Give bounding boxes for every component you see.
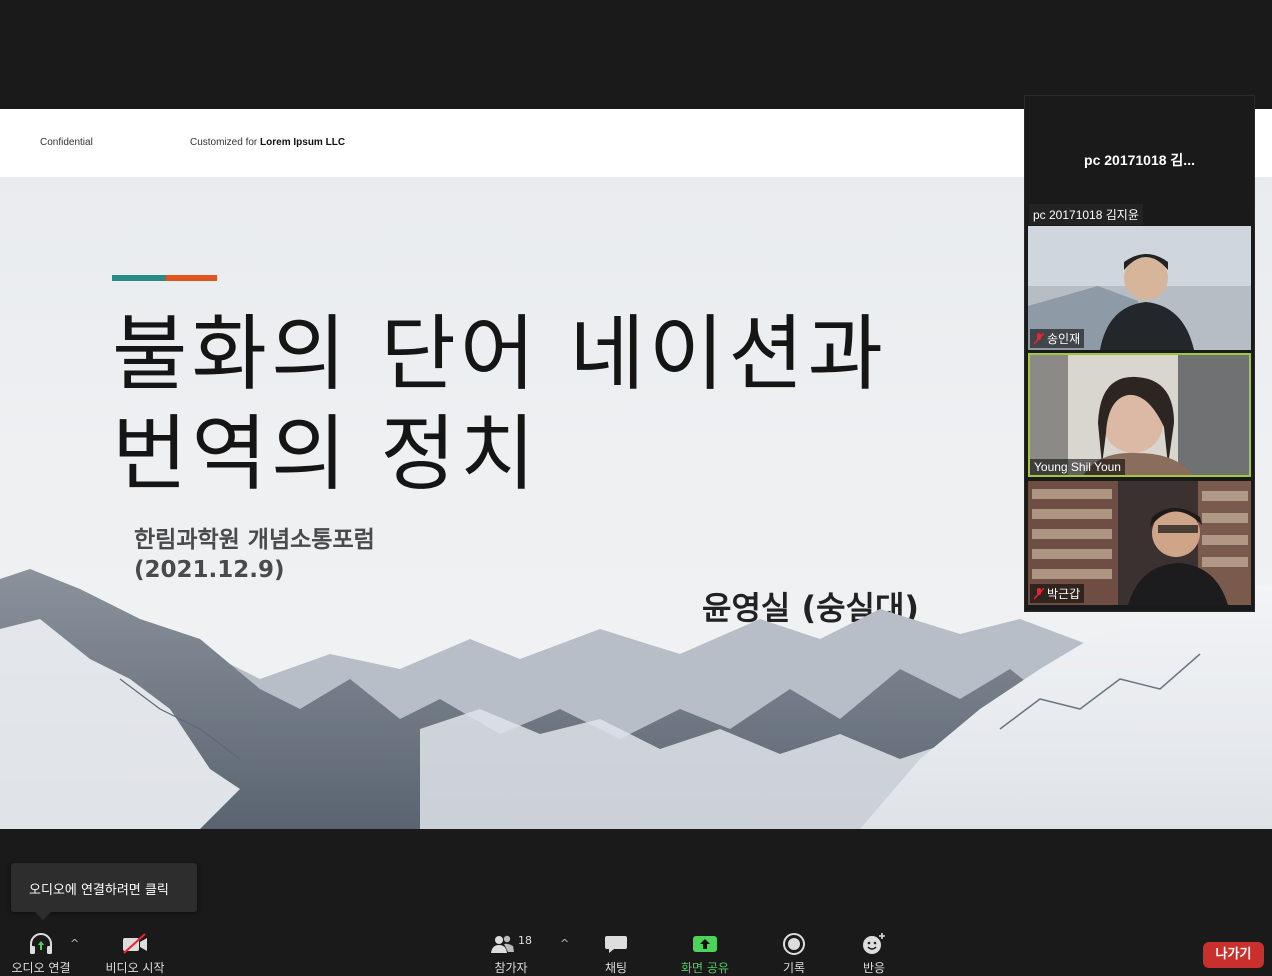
participant-label: 박근갑 <box>1030 584 1085 603</box>
participants-button[interactable]: 18 참가자 <box>486 932 536 976</box>
reactions-button[interactable]: 반응 <box>854 932 894 976</box>
audio-options-chevron-up-icon[interactable]: ^ <box>70 937 79 950</box>
participants-options-chevron-up-icon[interactable]: ^ <box>560 937 569 950</box>
record-icon <box>774 932 814 956</box>
audio-tooltip: 오디오에 연결하려면 클릭 <box>11 863 197 920</box>
participant-name-tag: pc 20171018 김지윤 <box>1029 204 1143 225</box>
mic-muted-icon <box>1034 332 1044 345</box>
participant-label: Young Shil Youn <box>1030 459 1125 475</box>
participants-count: 18 <box>518 933 532 947</box>
slide-confidential: Confidential <box>40 137 93 148</box>
pinned-participant-name: pc 20171018 김... <box>1084 152 1195 168</box>
join-audio-button[interactable]: 오디오 연결 <box>8 932 74 976</box>
video-tile-participant[interactable]: 박근갑 <box>1028 481 1251 605</box>
video-off-icon <box>100 932 170 956</box>
slide-customized: Customized for Lorem Ipsum LLC <box>190 137 346 148</box>
share-screen-button[interactable]: 화면 공유 <box>672 932 738 976</box>
video-tile-participant[interactable]: 송인재 <box>1028 226 1251 350</box>
video-gallery-panel[interactable]: pc 20171018 김... pc 20171018 김지윤 송인재 You… <box>1024 95 1255 612</box>
video-tile-active-speaker[interactable]: Young Shil Youn <box>1028 353 1251 477</box>
start-video-button[interactable]: 비디오 시작 <box>100 932 170 976</box>
meeting-top-bar <box>0 0 1272 109</box>
mic-muted-icon <box>1034 587 1044 600</box>
record-button[interactable]: 기록 <box>774 932 814 976</box>
participant-label: 송인재 <box>1030 329 1085 348</box>
chat-button[interactable]: 채팅 <box>596 932 636 976</box>
emoji-add-icon <box>854 932 894 956</box>
headphones-icon <box>8 932 74 956</box>
participants-icon: 18 <box>486 932 536 956</box>
chat-icon <box>596 932 636 956</box>
meeting-toolbar <box>0 924 1272 974</box>
share-screen-icon <box>672 932 738 956</box>
slide-title: 불화의 단어 네이션과 번역의 정치 <box>112 307 888 502</box>
leave-meeting-button[interactable]: 나가기 <box>1203 942 1264 968</box>
